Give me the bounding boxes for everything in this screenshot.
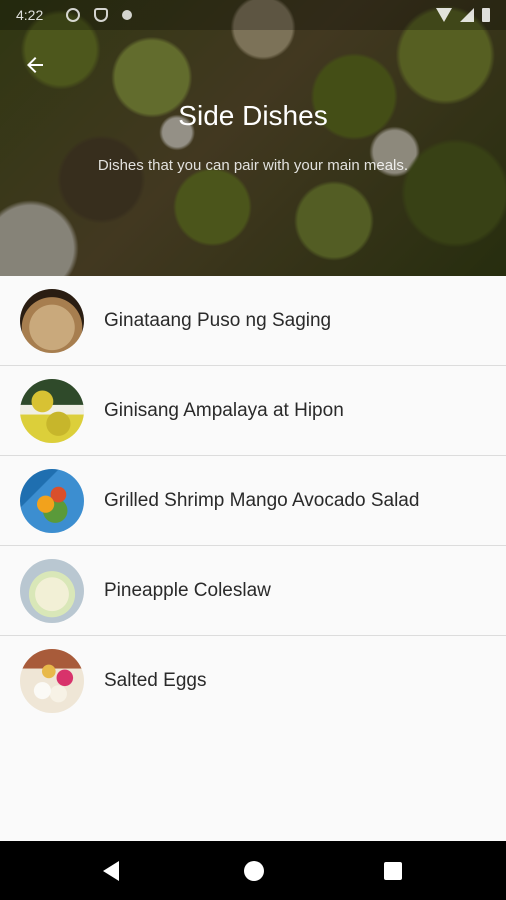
dish-label: Pineapple Coleslaw [104, 580, 271, 601]
status-bar: 4:22 [0, 0, 506, 30]
settings-icon [66, 8, 80, 22]
list-item[interactable]: Salted Eggs [0, 636, 506, 726]
battery-icon [482, 8, 490, 22]
notification-dot-icon [122, 10, 132, 20]
back-button[interactable] [18, 48, 52, 82]
system-navigation-bar [0, 841, 506, 900]
signal-icon [460, 8, 474, 22]
hero-banner: 4:22 Side Dishes Dishes that you can pai… [0, 0, 506, 276]
wifi-icon [436, 8, 452, 22]
dish-thumbnail [20, 559, 84, 623]
list-item[interactable]: Ginisang Ampalaya at Hipon [0, 366, 506, 456]
dish-label: Salted Eggs [104, 670, 207, 691]
dish-thumbnail [20, 469, 84, 533]
page-title: Side Dishes [178, 100, 328, 131]
status-time: 4:22 [16, 7, 44, 23]
list-item[interactable]: Ginataang Puso ng Saging [0, 276, 506, 366]
dish-thumbnail [20, 379, 84, 443]
dish-thumbnail [20, 289, 84, 353]
list-item[interactable]: Grilled Shrimp Mango Avocado Salad [0, 456, 506, 546]
dish-label: Grilled Shrimp Mango Avocado Salad [104, 490, 420, 511]
dish-thumbnail [20, 649, 84, 713]
back-triangle-icon[interactable] [103, 861, 119, 881]
hero-overlay [0, 0, 506, 276]
arrow-left-icon [27, 57, 43, 73]
shield-icon [94, 8, 108, 22]
page-subtitle: Dishes that you can pair with your main … [97, 157, 409, 174]
dish-label: Ginisang Ampalaya at Hipon [104, 400, 344, 421]
list-item[interactable]: Pineapple Coleslaw [0, 546, 506, 636]
dish-list: Ginataang Puso ng Saging Ginisang Ampala… [0, 276, 506, 726]
dish-label: Ginataang Puso ng Saging [104, 310, 332, 331]
home-circle-icon[interactable] [244, 861, 264, 881]
recents-square-icon[interactable] [384, 862, 402, 880]
